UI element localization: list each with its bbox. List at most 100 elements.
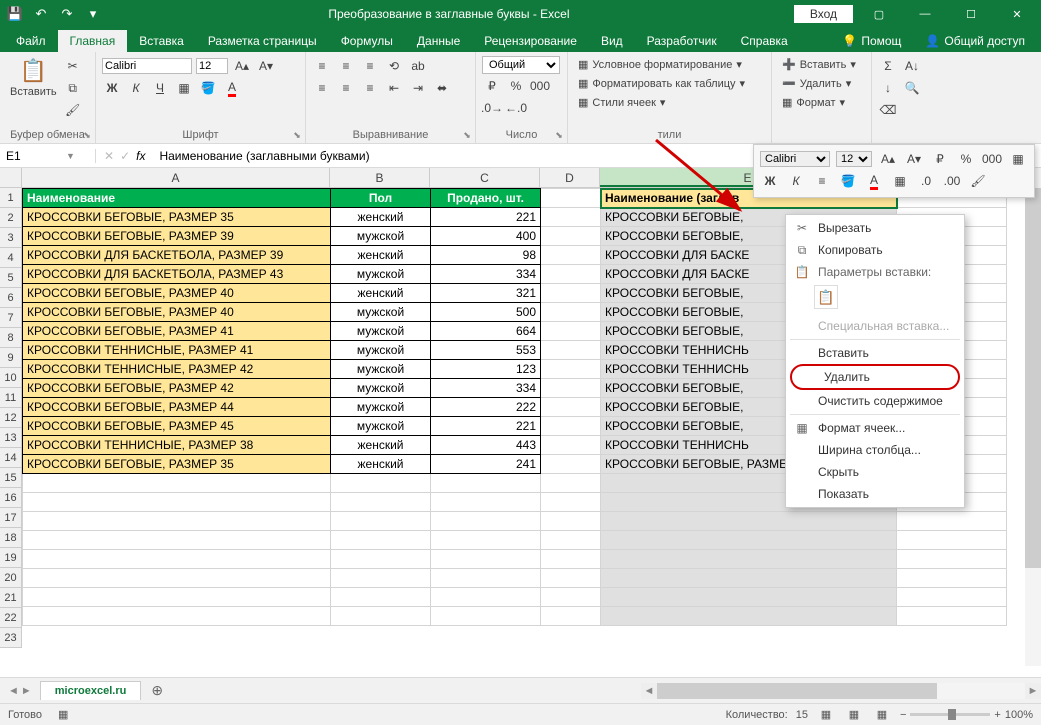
indent-decrease-icon[interactable]: ⇤ xyxy=(384,78,404,98)
row-header[interactable]: 5 xyxy=(0,268,22,288)
cell[interactable] xyxy=(601,531,897,550)
insert-cells-button[interactable]: ➕Вставить▾ xyxy=(778,56,865,73)
align-bottom-icon[interactable]: ≡ xyxy=(360,56,380,76)
grow-font-icon[interactable]: A▴ xyxy=(232,56,252,76)
merge-icon[interactable]: ⬌ xyxy=(432,78,452,98)
tab-page-layout[interactable]: Разметка страницы xyxy=(196,30,329,52)
mini-dec-decimal-icon[interactable]: .0 xyxy=(916,171,936,191)
shrink-font-icon[interactable]: A▾ xyxy=(256,56,276,76)
align-right-icon[interactable]: ≡ xyxy=(360,78,380,98)
cell[interactable]: 241 xyxy=(431,455,541,474)
cm-delete[interactable]: Удалить xyxy=(790,364,960,390)
normal-view-icon[interactable]: ▦ xyxy=(816,706,836,724)
cell[interactable]: мужской xyxy=(331,322,431,341)
cell[interactable]: женский xyxy=(331,455,431,474)
cell[interactable]: КРОССОВКИ ДЛЯ БАСКЕТБОЛА, РАЗМЕР 43 xyxy=(23,265,331,284)
row-header[interactable]: 13 xyxy=(0,428,22,448)
cell[interactable]: мужской xyxy=(331,227,431,246)
number-format-select[interactable]: Общий xyxy=(482,56,560,74)
cm-insert[interactable]: Вставить xyxy=(786,342,964,364)
tab-insert[interactable]: Вставка xyxy=(127,30,196,52)
cm-format-cells[interactable]: ▦Формат ячеек... xyxy=(786,417,964,439)
column-header-B[interactable]: B xyxy=(330,168,430,187)
cell[interactable] xyxy=(23,474,331,493)
wrap-text-icon[interactable]: ab xyxy=(408,56,428,76)
cell[interactable]: Наименование xyxy=(23,189,331,208)
cell[interactable] xyxy=(541,341,601,360)
cell[interactable] xyxy=(601,607,897,626)
mini-align-icon[interactable]: ≡ xyxy=(812,171,832,191)
tell-me[interactable]: 💡Помощ xyxy=(830,30,913,52)
cell[interactable] xyxy=(431,588,541,607)
cell[interactable]: 221 xyxy=(431,417,541,436)
cell[interactable] xyxy=(331,569,431,588)
cell[interactable] xyxy=(601,588,897,607)
cell[interactable]: КРОССОВКИ БЕГОВЫЕ, РАЗМЕР 41 xyxy=(23,322,331,341)
cell[interactable] xyxy=(431,607,541,626)
cm-clear[interactable]: Очистить содержимое xyxy=(786,390,964,412)
cell[interactable]: 221 xyxy=(431,208,541,227)
tab-formulas[interactable]: Формулы xyxy=(329,30,405,52)
cell[interactable]: 443 xyxy=(431,436,541,455)
cell[interactable] xyxy=(897,550,1007,569)
cell[interactable] xyxy=(331,550,431,569)
sheet-nav-next-icon[interactable]: ► xyxy=(21,685,32,697)
underline-button[interactable]: Ч xyxy=(150,78,170,98)
row-header[interactable]: 20 xyxy=(0,568,22,588)
mini-painter-icon[interactable]: 🖌 xyxy=(968,171,988,191)
cell[interactable] xyxy=(541,569,601,588)
cell[interactable]: 222 xyxy=(431,398,541,417)
cell[interactable] xyxy=(541,493,601,512)
cell[interactable] xyxy=(541,208,601,227)
currency-icon[interactable]: ₽ xyxy=(482,76,502,96)
copy-icon[interactable]: ⧉ xyxy=(63,78,83,98)
cell[interactable]: женский xyxy=(331,436,431,455)
row-header[interactable]: 16 xyxy=(0,488,22,508)
cell[interactable]: 500 xyxy=(431,303,541,322)
tab-help[interactable]: Справка xyxy=(729,30,800,52)
cell[interactable]: 334 xyxy=(431,265,541,284)
cell[interactable] xyxy=(541,474,601,493)
row-header[interactable]: 14 xyxy=(0,448,22,468)
row-header[interactable]: 3 xyxy=(0,228,22,248)
page-layout-view-icon[interactable]: ▦ xyxy=(844,706,864,724)
cell[interactable] xyxy=(431,550,541,569)
row-header[interactable]: 15 xyxy=(0,468,22,488)
cell[interactable] xyxy=(601,569,897,588)
cell[interactable]: мужской xyxy=(331,417,431,436)
cell[interactable] xyxy=(23,550,331,569)
cell[interactable] xyxy=(23,512,331,531)
fx-icon[interactable]: fx xyxy=(136,149,145,163)
sort-filter-icon[interactable]: A↓ xyxy=(902,56,922,76)
row-header[interactable]: 10 xyxy=(0,368,22,388)
cell[interactable] xyxy=(431,512,541,531)
cell[interactable]: КРОССОВКИ ДЛЯ БАСКЕТБОЛА, РАЗМЕР 39 xyxy=(23,246,331,265)
select-all-corner[interactable] xyxy=(0,168,22,188)
cell[interactable] xyxy=(541,284,601,303)
fill-icon[interactable]: ↓ xyxy=(878,78,898,98)
cell[interactable]: мужской xyxy=(331,379,431,398)
mini-format-icon[interactable]: ▦ xyxy=(1008,149,1028,169)
cell[interactable]: женский xyxy=(331,284,431,303)
tab-home[interactable]: Главная xyxy=(58,30,128,52)
row-header[interactable]: 18 xyxy=(0,528,22,548)
cell[interactable]: КРОССОВКИ ТЕННИСНЫЕ, РАЗМЕР 42 xyxy=(23,360,331,379)
cell[interactable] xyxy=(541,227,601,246)
row-header[interactable]: 22 xyxy=(0,608,22,628)
cell[interactable]: 98 xyxy=(431,246,541,265)
cell[interactable] xyxy=(541,417,601,436)
cell[interactable] xyxy=(431,493,541,512)
cell[interactable]: женский xyxy=(331,246,431,265)
align-left-icon[interactable]: ≡ xyxy=(312,78,332,98)
add-sheet-icon[interactable]: ⊕ xyxy=(141,682,173,699)
cell[interactable]: КРОССОВКИ БЕГОВЫЕ, РАЗМЕР 40 xyxy=(23,284,331,303)
cell[interactable]: мужской xyxy=(331,341,431,360)
percent-icon[interactable]: % xyxy=(506,76,526,96)
cell[interactable] xyxy=(541,588,601,607)
mini-inc-decimal-icon[interactable]: .00 xyxy=(942,171,962,191)
cell[interactable] xyxy=(23,531,331,550)
vertical-scrollbar[interactable] xyxy=(1025,168,1041,666)
row-header[interactable]: 2 xyxy=(0,208,22,228)
mini-currency-icon[interactable]: ₽ xyxy=(930,149,950,169)
cell[interactable] xyxy=(541,360,601,379)
